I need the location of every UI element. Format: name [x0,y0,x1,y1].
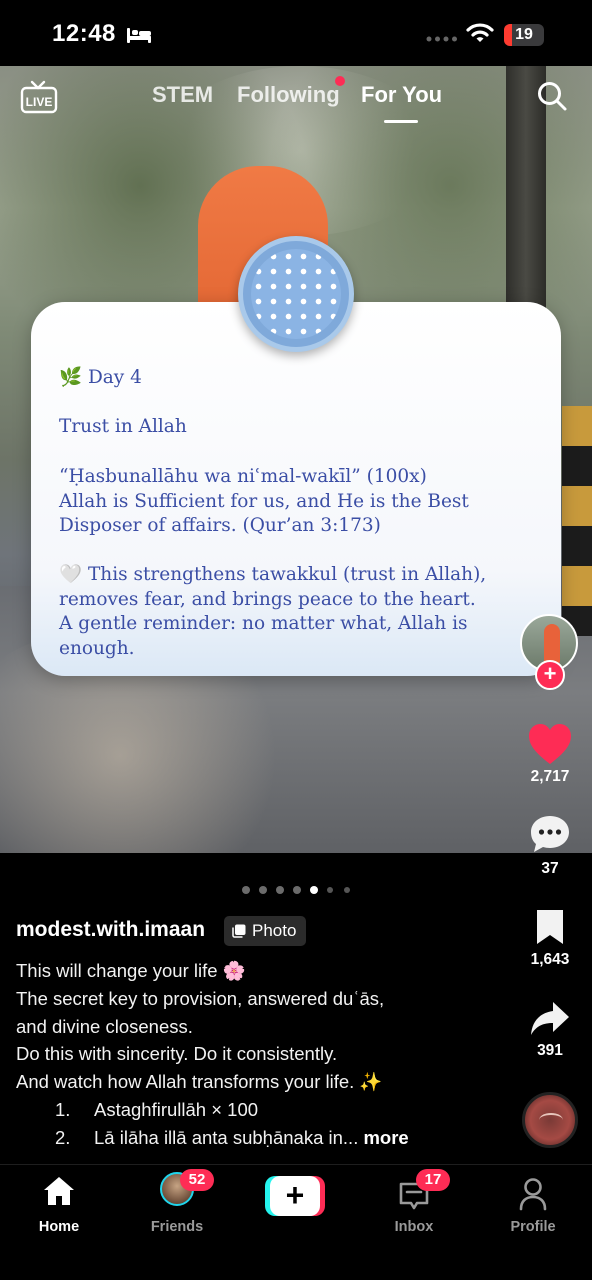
share-arrow-icon[interactable] [529,1000,571,1038]
caption-list-number: 1. [55,1099,71,1120]
page-dot [242,886,250,894]
create-button[interactable]: + [265,1176,325,1216]
caption-more-link[interactable]: more [363,1127,408,1148]
page-dot [327,887,333,893]
page-dot-active [310,886,318,894]
nav-home-label: Home [38,1219,80,1235]
polka-dot-pattern [251,249,341,339]
create-plus-icon: + [270,1176,320,1216]
caption-line: This will change your life 🌸 [16,960,246,981]
caption-line: and divine closeness. [16,1016,193,1037]
page-dot [259,886,267,894]
photo-pagination [242,886,372,896]
caption-line: Do this with sincerity. Do it consistent… [16,1043,338,1064]
friends-badge: 52 [180,1169,214,1191]
card-benefit-line: 🤍 This strengthens tawakkul (trust in Al… [59,563,486,588]
card-day-label: Day 4 [87,367,142,388]
following-new-dot [335,76,345,86]
page-dot [344,887,350,893]
home-icon [44,1177,74,1205]
photo-striped-post [562,406,592,636]
nav-inbox-label: Inbox [394,1219,434,1235]
tab-following[interactable]: Following [237,82,340,108]
wifi-icon [466,23,494,42]
status-time: 12:48 [52,20,116,47]
card-topic: Trust in Allah [59,416,187,437]
search-icon[interactable] [536,80,568,112]
like-heart-icon[interactable] [527,722,573,766]
card-benefit-line: removes fear, and brings peace to the he… [59,589,476,610]
caption-list-number: 2. [55,1127,71,1148]
caption-list-item: Lā ilāha illā anta subḥānaka in... more [94,1127,409,1149]
creator-username[interactable]: modest.with.imaan [16,918,205,942]
cellular-signal-icon [426,36,457,42]
card-dhikr: “Ḥasbunallāhu wa niʿmal-wakīl” (100x) [59,466,427,487]
caption-line: The secret key to provision, answered du… [16,988,385,1009]
nav-profile-label: Profile [510,1219,556,1235]
card-translation-line: Disposer of affairs. (Qur’an 3:173) [59,515,381,536]
nav-friends-label: Friends [150,1219,204,1235]
comment-count: 37 [541,860,559,877]
white-heart-emoji: 🤍 [59,564,83,585]
photo-stack-icon [232,924,246,938]
card-day: 🌿 Day 4 [59,366,142,391]
page-dot [293,886,301,894]
card-benefit-line: A gentle reminder: no matter what, Allah… [59,613,468,634]
caption-line: And watch how Allah transforms your life… [16,1071,383,1092]
status-bar: 12:48 19 [0,0,592,66]
photo-tag-label: Photo [252,921,297,940]
card-benefit-line: enough. [59,638,135,659]
follow-button[interactable]: + [535,660,565,690]
like-count: 2,717 [530,768,570,785]
reminder-card: 🌿 Day 4 Trust in Allah “Ḥasbunallāhu wa … [31,302,561,676]
caption-list-text: Lā ilāha illā anta subḥānaka in... [94,1127,359,1148]
card-translation-line: Allah is Sufficient for us, and He is th… [59,491,469,512]
save-count: 1,643 [530,951,570,968]
sound-disc-calligraphy [539,1113,563,1127]
battery-indicator: 19 [504,24,544,46]
bookmark-icon[interactable] [534,908,566,946]
card-benefit-text: This strengthens tawakkul (trust in Alla… [87,564,487,585]
feed-tabs: STEM Following For You [0,82,592,112]
profile-icon [519,1178,547,1211]
inbox-badge: 17 [416,1169,450,1191]
comment-icon[interactable] [529,814,571,854]
tab-for-you[interactable]: For You [361,82,442,108]
page-dot [276,886,284,894]
avatar-figure [544,624,560,664]
polka-dot-badge [238,236,354,352]
leaf-emoji: 🌿 [59,367,83,388]
share-count: 391 [537,1042,563,1059]
tab-stem[interactable]: STEM [152,82,213,108]
sleep-mode-icon [127,28,151,43]
active-tab-underline [384,120,418,123]
photo-type-tag: Photo [224,916,307,946]
sound-disc[interactable] [522,1092,578,1148]
caption-list-text: Astaghfirullāh × 100 [94,1099,259,1120]
battery-level: 19 [515,26,533,43]
